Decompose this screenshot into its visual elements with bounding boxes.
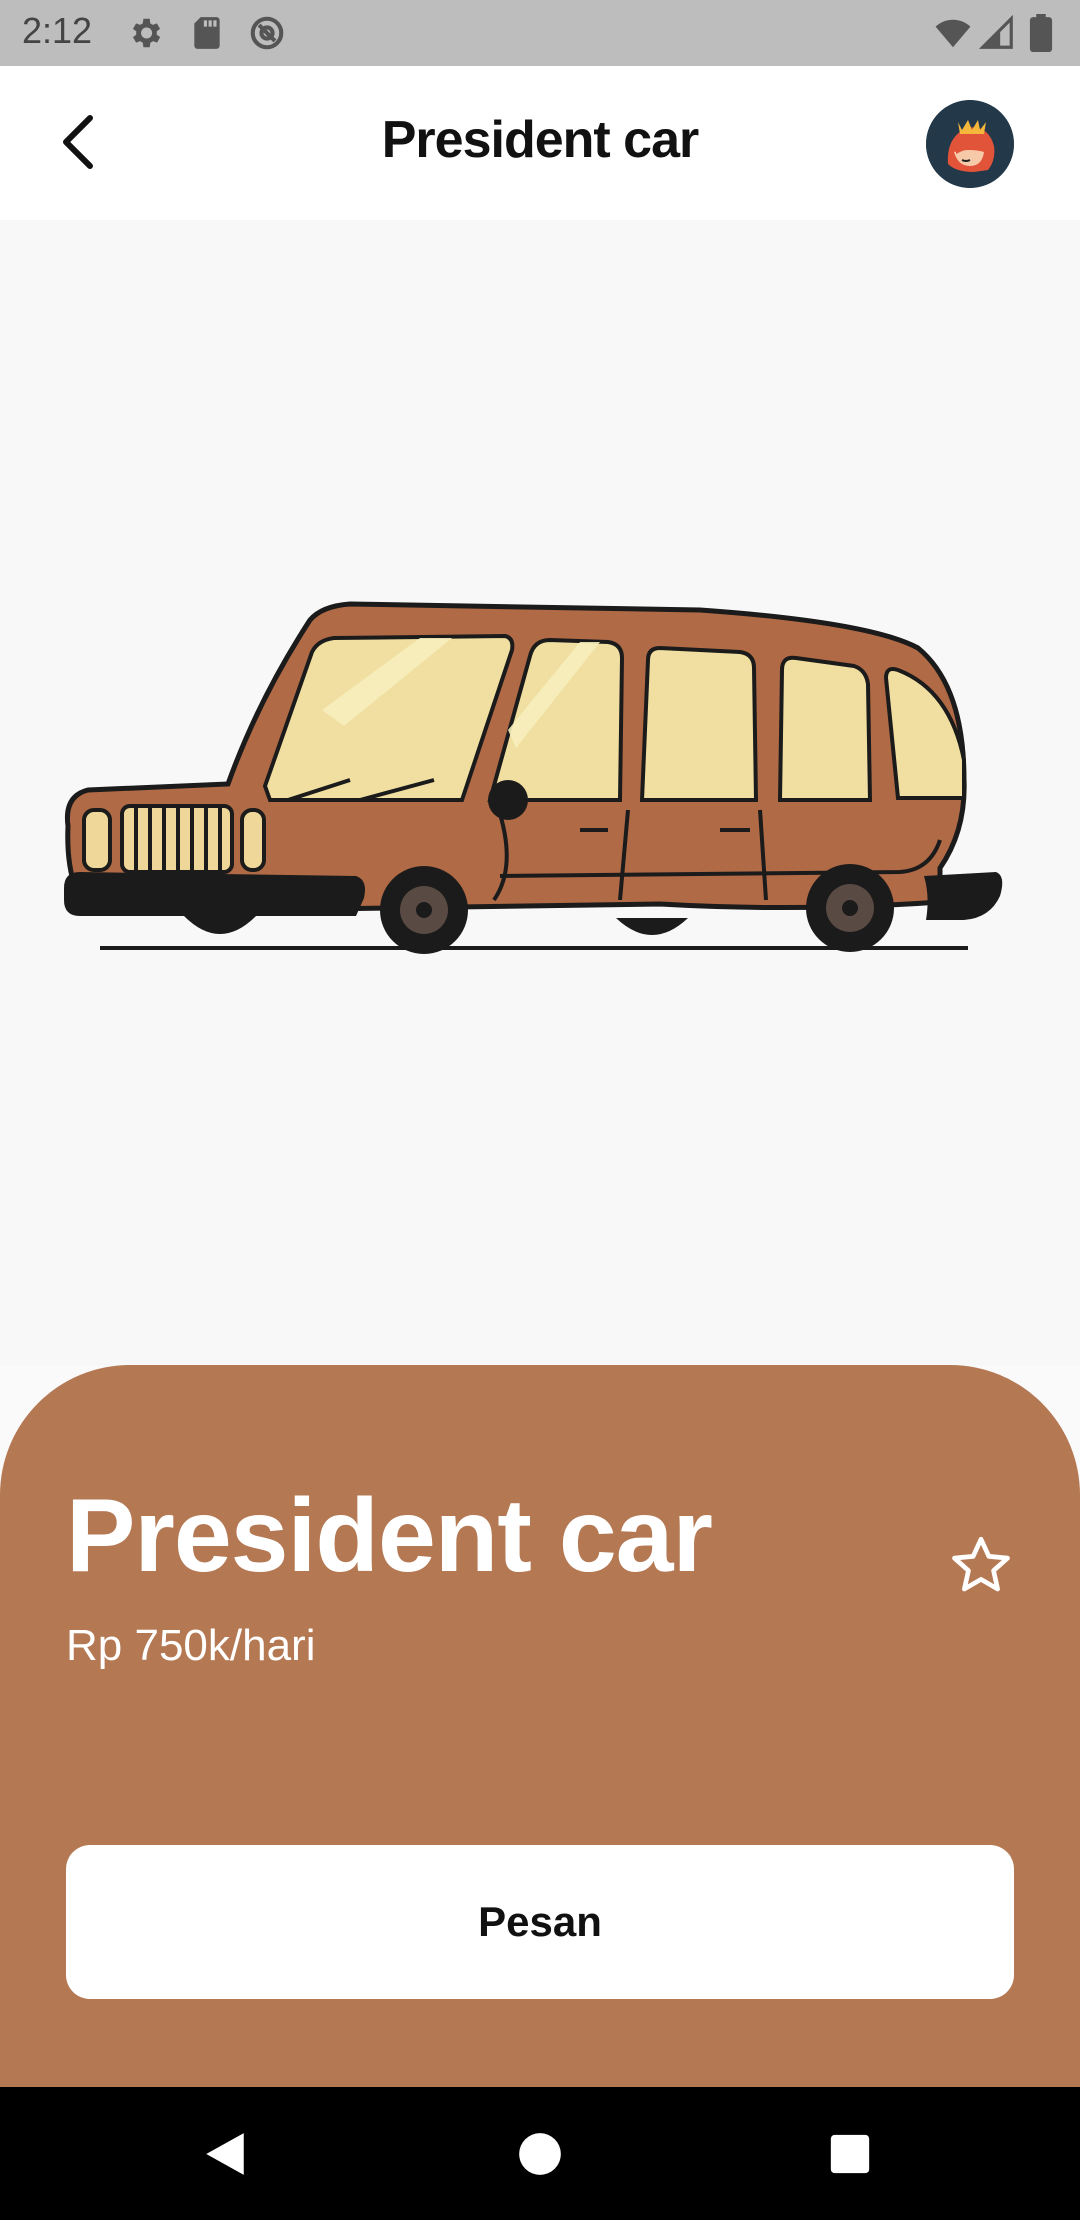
wifi-icon xyxy=(935,19,971,48)
hero-image-area xyxy=(0,220,1080,1366)
nav-home-button[interactable] xyxy=(507,2121,573,2187)
car-price: Rp 750k/hari xyxy=(66,1621,316,1670)
avatar[interactable] xyxy=(926,100,1014,188)
status-bar: 2:12 xyxy=(0,0,1080,66)
sd-card-icon xyxy=(194,17,220,49)
system-nav-bar xyxy=(0,2087,1080,2220)
car-name: President car xyxy=(66,1478,713,1594)
home-circle-icon xyxy=(519,2133,561,2175)
star-outline-icon xyxy=(952,1536,1010,1592)
battery-icon xyxy=(1029,14,1053,52)
avatar-illustration xyxy=(926,100,1014,188)
detail-sheet: President car Rp 750k/hari Pesan xyxy=(0,1365,1080,2087)
recents-square-icon xyxy=(830,2134,870,2174)
signal-icon xyxy=(978,14,1013,49)
order-button[interactable]: Pesan xyxy=(66,1845,1014,1999)
gear-icon xyxy=(132,18,161,48)
page-title: President car xyxy=(381,111,700,169)
nav-back-button[interactable] xyxy=(192,2121,258,2187)
favorite-button[interactable] xyxy=(946,1531,1016,1601)
at-sign-icon xyxy=(250,16,284,50)
back-triangle-icon xyxy=(206,2133,244,2175)
nav-recents-button[interactable] xyxy=(817,2121,883,2187)
status-time: 2:12 xyxy=(22,10,93,51)
car-illustration xyxy=(64,601,1003,954)
app-bar: President car xyxy=(0,66,1080,220)
